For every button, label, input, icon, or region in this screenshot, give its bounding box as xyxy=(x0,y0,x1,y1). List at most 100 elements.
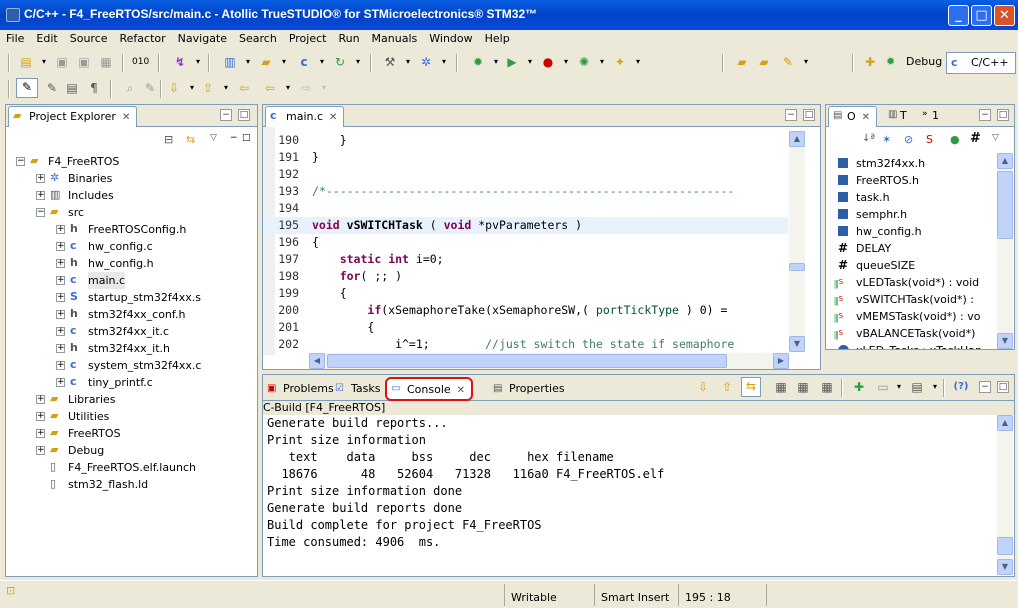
view-menu-icon[interactable]: ▽ xyxy=(210,133,224,147)
expand-icon[interactable]: + xyxy=(36,191,45,200)
tab-problems[interactable]: ▣ Problems xyxy=(263,379,340,400)
minimize-icon[interactable]: − xyxy=(979,381,991,393)
dropdown-icon[interactable]: ▾ xyxy=(488,54,504,70)
bug-icon[interactable]: ✺ xyxy=(576,54,592,70)
hide-macros-icon[interactable]: # xyxy=(970,131,981,146)
maximize-icon[interactable]: □ xyxy=(803,109,815,121)
dropdown-icon[interactable]: ▾ xyxy=(190,54,206,70)
dropdown-icon[interactable]: ▾ xyxy=(891,379,907,395)
scroll-down-icon[interactable]: ▼ xyxy=(997,559,1013,575)
maximize-icon[interactable]: □ xyxy=(997,109,1009,121)
analyze-icon[interactable]: ✦ xyxy=(612,54,628,70)
link-editor-icon[interactable]: ⇆ xyxy=(186,133,200,147)
tree-item[interactable]: + ▰ FreeRTOS xyxy=(6,425,256,442)
dropdown-icon[interactable]: ▾ xyxy=(276,54,292,70)
outline-item[interactable]: ⫴S vBALANCETask(void*) xyxy=(834,325,975,343)
tree-item[interactable]: + c stm32f4xx_it.c xyxy=(6,323,256,340)
tree-item[interactable]: + ▰ Libraries xyxy=(6,391,256,408)
expand-icon[interactable]: + xyxy=(36,395,45,404)
expand-icon[interactable]: + xyxy=(56,242,65,251)
dropdown-icon[interactable]: ▾ xyxy=(240,54,256,70)
tab-overflow[interactable]: » 1 xyxy=(922,106,945,127)
code-area[interactable]: 190 } 191} 192 193/*-----------------------… xyxy=(263,132,788,354)
collapse-all-icon[interactable]: ⊟ xyxy=(164,133,178,147)
tree-item[interactable]: + ▥ Includes xyxy=(6,187,256,204)
console-vscroll[interactable]: ▲ ▼ xyxy=(997,415,1013,575)
minimize-icon[interactable]: − xyxy=(979,109,991,121)
expand-icon[interactable]: + xyxy=(56,276,65,285)
scroll-down-icon[interactable]: ▼ xyxy=(789,336,805,352)
next-icon[interactable]: ⇩ xyxy=(695,379,711,395)
outline-item[interactable]: ⫴S vMEMSTask(void*) : vo xyxy=(834,308,980,326)
external-tools-icon[interactable]: ● xyxy=(540,54,556,70)
dropdown-icon[interactable]: ▾ xyxy=(316,80,332,96)
show-whitespace-icon[interactable]: ▤ xyxy=(64,80,80,96)
menu-file[interactable]: File xyxy=(0,30,30,45)
tree-item[interactable]: + h hw_config.h xyxy=(6,255,256,272)
dropdown-icon[interactable]: ▾ xyxy=(218,80,234,96)
tab-main-c[interactable]: c main.c ✕ xyxy=(265,106,345,127)
tree-item[interactable]: + ▰ Utilities xyxy=(6,408,256,425)
expand-icon[interactable]: + xyxy=(36,412,45,421)
last-edit-icon[interactable]: ⇦ xyxy=(236,80,252,96)
collapse-icon[interactable]: − xyxy=(16,157,25,166)
dropdown-icon[interactable]: ▾ xyxy=(36,54,52,70)
dropdown-icon[interactable]: ▾ xyxy=(522,54,538,70)
menu-manuals[interactable]: Manuals xyxy=(366,30,424,45)
open-perspective-icon[interactable]: ✚ xyxy=(862,54,878,70)
menu-source[interactable]: Source xyxy=(64,30,114,45)
dropdown-icon[interactable]: ▾ xyxy=(314,54,330,70)
maximize-icon[interactable]: □ xyxy=(242,133,252,143)
expand-icon[interactable]: + xyxy=(56,327,65,336)
menu-window[interactable]: Window xyxy=(423,30,478,45)
tree-item[interactable]: + h stm32f4xx_conf.h xyxy=(6,306,256,323)
link-icon[interactable]: ⇆ xyxy=(741,377,761,397)
save-icon[interactable]: ▣ xyxy=(54,54,70,70)
prev-annotation-icon[interactable]: ⇧ xyxy=(200,80,216,96)
scroll-up-icon[interactable]: ▲ xyxy=(789,131,805,147)
expand-icon[interactable]: + xyxy=(36,446,45,455)
tree-item[interactable]: + c main.c xyxy=(6,272,256,289)
editor-hscroll[interactable]: ◀ ▶ xyxy=(309,353,789,369)
next-annotation-icon[interactable]: ⇩ xyxy=(166,80,182,96)
maximize-button[interactable]: □ xyxy=(971,5,992,26)
dropdown-icon[interactable]: ▾ xyxy=(798,54,814,70)
pin-console-icon[interactable]: ▦ xyxy=(795,379,811,395)
search-icon[interactable]: ⌕ xyxy=(122,80,138,96)
new-console-icon[interactable]: ✚ xyxy=(851,379,867,395)
expand-icon[interactable]: + xyxy=(56,293,65,302)
binary-icon[interactable]: 010 xyxy=(132,54,149,70)
expand-icon[interactable]: + xyxy=(56,225,65,234)
dropdown-icon[interactable]: ▾ xyxy=(927,379,943,395)
minimize-icon[interactable]: − xyxy=(785,109,797,121)
pin-icon[interactable]: ✎ xyxy=(780,54,796,70)
scroll-left-icon[interactable]: ◀ xyxy=(309,353,325,369)
scroll-right-icon[interactable]: ▶ xyxy=(773,353,789,369)
tree-item[interactable]: + h FreeRTOSConfig.h xyxy=(6,221,256,238)
tree-item[interactable]: ▯ F4_FreeRTOS.elf.launch xyxy=(6,459,256,476)
hide-members-icon[interactable]: ● xyxy=(950,133,960,146)
tab-project-explorer[interactable]: ▰ Project Explorer ✕ xyxy=(8,106,138,127)
outline-vscroll[interactable]: ▲ ▼ xyxy=(997,153,1013,349)
dropdown-icon[interactable]: ▾ xyxy=(436,54,452,70)
expand-icon[interactable]: + xyxy=(36,174,45,183)
refresh-icon[interactable]: ↻ xyxy=(332,54,348,70)
debug-perspective-button[interactable]: ✹ Debug xyxy=(882,52,948,74)
tree-item[interactable]: + c hw_config.c xyxy=(6,238,256,255)
outline-item[interactable]: xLED_Tasks : xTaskHan xyxy=(838,342,982,349)
highlight-icon[interactable]: ✎ xyxy=(16,78,38,98)
fast-view-icon[interactable]: ⊡ xyxy=(6,584,15,597)
expand-icon[interactable]: + xyxy=(56,344,65,353)
clear-console-icon[interactable]: ▦ xyxy=(819,379,835,395)
outline-item[interactable]: stm32f4xx.h xyxy=(838,155,925,172)
new-class-icon[interactable]: c xyxy=(296,54,312,70)
scroll-thumb[interactable] xyxy=(997,171,1013,239)
dropdown-icon[interactable]: ▾ xyxy=(184,80,200,96)
collapse-icon[interactable]: − xyxy=(36,208,45,217)
tab-console[interactable]: ▭ Console ✕ xyxy=(385,377,474,401)
hide-static-icon[interactable]: ⊘ xyxy=(904,133,913,146)
prev-icon[interactable]: ⇧ xyxy=(719,379,735,395)
expand-icon[interactable]: + xyxy=(36,429,45,438)
paragraph-icon[interactable]: ¶ xyxy=(86,80,102,96)
minimize-icon[interactable]: − xyxy=(220,109,232,121)
